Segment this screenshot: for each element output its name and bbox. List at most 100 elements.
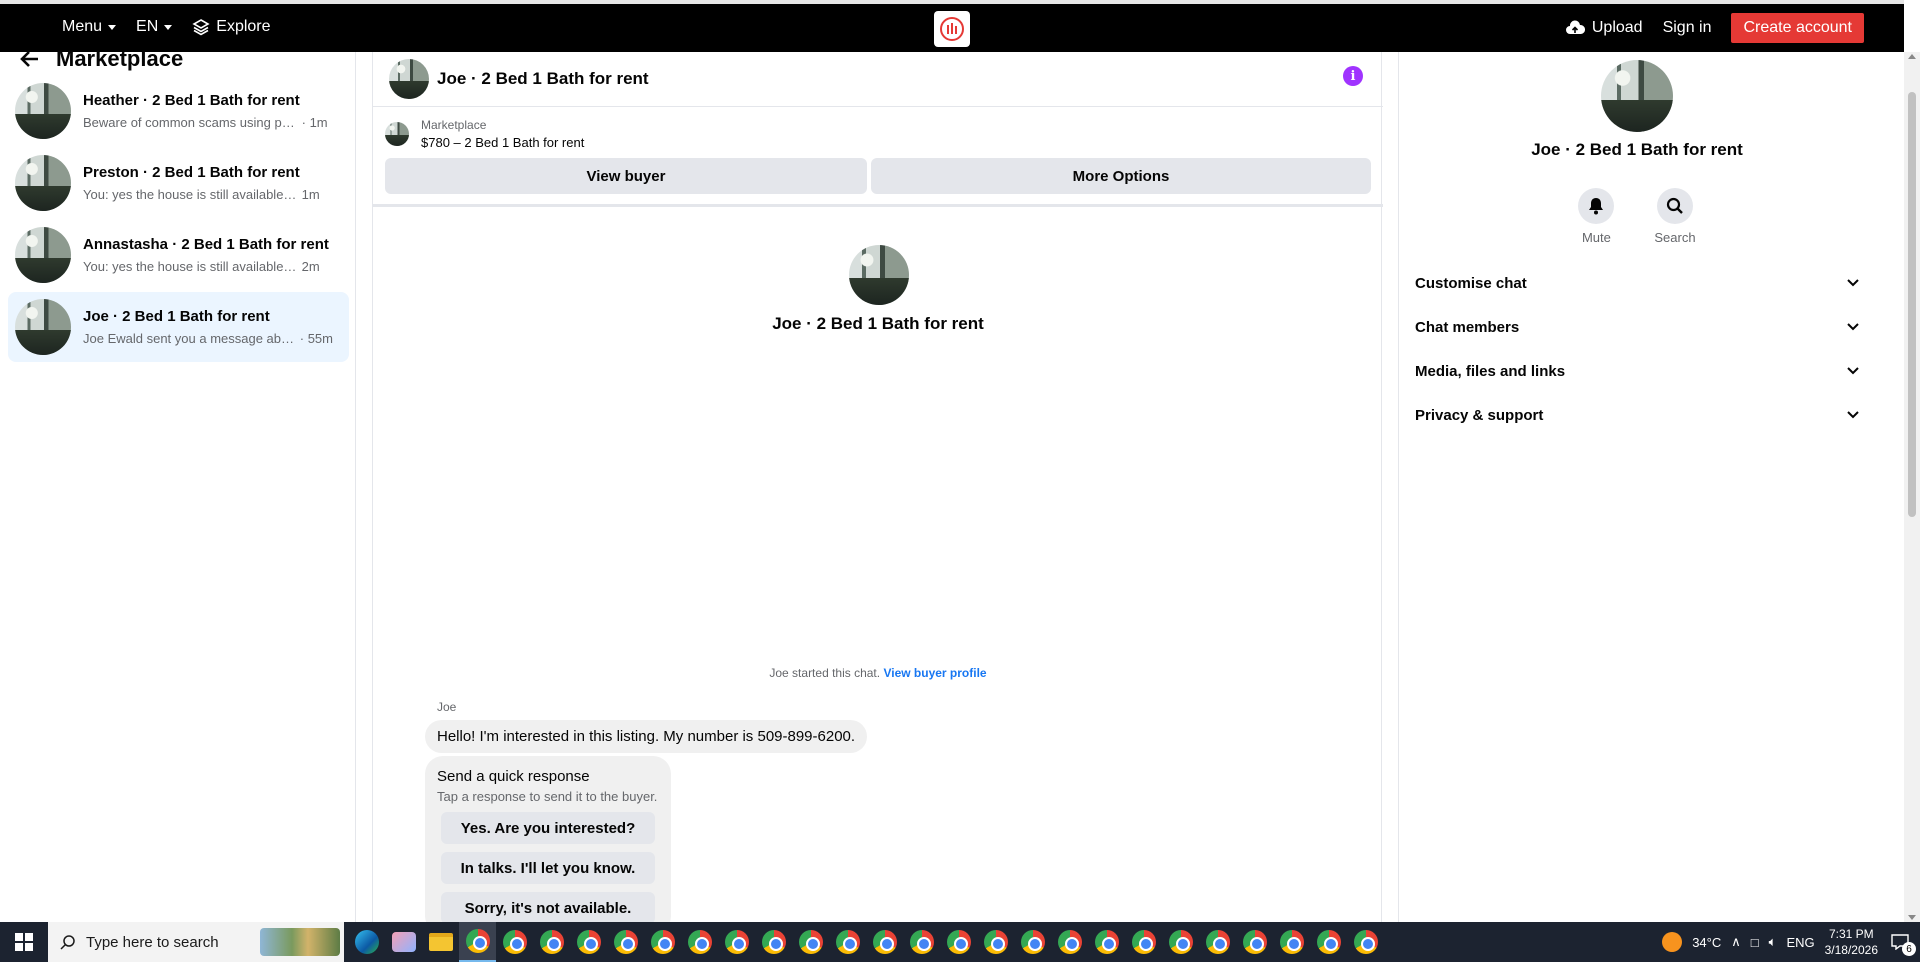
scroll-down-arrow-icon[interactable] (1908, 915, 1916, 920)
chrome-icon[interactable] (644, 922, 681, 962)
conversation-list-panel: Marketplace Heather · 2 Bed 1 Bath for r… (0, 46, 356, 922)
chrome-icon[interactable] (755, 922, 792, 962)
conversation-item[interactable]: Annastasha · 2 Bed 1 Bath for rent You: … (8, 220, 349, 290)
chevron-up-icon[interactable]: ∧ (1731, 934, 1741, 950)
view-buyer-profile-link[interactable]: View buyer profile (883, 666, 986, 680)
chrome-icon[interactable] (1199, 922, 1236, 962)
listing-summary[interactable]: Marketplace $780 – 2 Bed 1 Bath for rent (385, 118, 584, 150)
chrome-icon[interactable] (459, 922, 496, 962)
chrome-icon[interactable] (1125, 922, 1162, 962)
volume-icon[interactable]: 🔈︎ (1769, 934, 1777, 950)
search-highlight-image (260, 928, 340, 956)
chrome-icon[interactable] (903, 922, 940, 962)
chat-header: Joe · 2 Bed 1 Bath for rent i (373, 52, 1383, 107)
windows-icon (15, 933, 33, 951)
chrome-icon[interactable] (829, 922, 866, 962)
conversation-item[interactable]: Heather · 2 Bed 1 Bath for rent Beware o… (8, 76, 349, 146)
mute-button[interactable]: Mute (1578, 188, 1615, 245)
clock-date: 3/18/2026 (1824, 943, 1878, 957)
menu-dropdown[interactable]: Menu (62, 18, 117, 36)
chrome-icon[interactable] (533, 922, 570, 962)
quick-reply-button[interactable]: In talks. I'll let you know. (441, 852, 655, 884)
chrome-icon[interactable] (681, 922, 718, 962)
layers-icon (192, 19, 210, 36)
chrome-icon[interactable] (977, 922, 1014, 962)
language-indicator[interactable]: ENG (1786, 935, 1814, 950)
chrome-icon[interactable] (940, 922, 977, 962)
taskbar-search[interactable]: Type here to search (48, 922, 344, 962)
explore-link[interactable]: Explore (192, 18, 271, 36)
chrome-icon[interactable] (1236, 922, 1273, 962)
upload-label: Upload (1591, 19, 1643, 36)
page-scrollbar[interactable] (1904, 52, 1920, 922)
search-icon (60, 935, 75, 950)
chat-actions: View buyer More Options (385, 158, 1371, 194)
search-button[interactable]: Search (1654, 188, 1696, 245)
chrome-icon[interactable] (866, 922, 903, 962)
section-label: Customise chat (1415, 274, 1527, 292)
chrome-icon[interactable] (1273, 922, 1310, 962)
clock[interactable]: 7:31 PM 3/18/2026 (1825, 926, 1878, 958)
view-buyer-button[interactable]: View buyer (385, 158, 867, 194)
chrome-icon[interactable] (496, 922, 533, 962)
conversation-time: 2m (301, 259, 320, 274)
cloud-upload-icon (1565, 20, 1585, 34)
quick-response-title: Send a quick response (437, 768, 590, 785)
chrome-icon[interactable] (1310, 922, 1347, 962)
chrome-icon[interactable] (1014, 922, 1051, 962)
info-icon[interactable]: i (1343, 66, 1363, 86)
start-button[interactable] (0, 922, 48, 962)
divider (373, 204, 1383, 207)
privacy-support-section[interactable]: Privacy & support (1415, 400, 1859, 430)
chrome-icon[interactable] (570, 922, 607, 962)
conversation-item[interactable]: Preston · 2 Bed 1 Bath for rent You: yes… (8, 148, 349, 218)
chat-members-section[interactable]: Chat members (1415, 312, 1859, 342)
chevron-down-icon (1847, 279, 1859, 287)
quick-response-card: Send a quick response Tap a response to … (425, 756, 671, 934)
temperature[interactable]: 34°C (1692, 935, 1721, 950)
chrome-icon[interactable] (1347, 922, 1384, 962)
avatar[interactable] (389, 59, 429, 99)
network-icon[interactable]: □ (1751, 935, 1759, 950)
conversation-name: Preston · 2 Bed 1 Bath for rent (83, 164, 300, 181)
chrome-icon[interactable] (792, 922, 829, 962)
notifications-button[interactable]: 6 (1888, 930, 1916, 956)
chevron-down-icon (1847, 367, 1859, 375)
conversation-time: 1m (301, 187, 320, 202)
chat-intro-name: Joe · 2 Bed 1 Bath for rent (772, 314, 984, 333)
conversation-item-active[interactable]: Joe · 2 Bed 1 Bath for rent Joe Ewald se… (8, 292, 349, 362)
create-account-button[interactable]: Create account (1731, 13, 1864, 43)
listing-title: $780 – 2 Bed 1 Bath for rent (421, 135, 585, 150)
site-logo[interactable] (934, 11, 970, 47)
conversation-time: · 55m (299, 331, 333, 346)
chat-title[interactable]: Joe · 2 Bed 1 Bath for rent (437, 69, 649, 89)
chrome-icon[interactable] (1051, 922, 1088, 962)
signin-link[interactable]: Sign in (1663, 19, 1712, 37)
back-arrow-icon[interactable] (20, 50, 40, 68)
media-files-links-section[interactable]: Media, files and links (1415, 356, 1859, 386)
chrome-icon[interactable] (1162, 922, 1199, 962)
search-label: Search (1654, 230, 1696, 245)
weather-icon[interactable] (1662, 932, 1683, 952)
quick-reply-button[interactable]: Sorry, it's not available. (441, 892, 655, 924)
upload-button[interactable]: Upload (1565, 19, 1643, 37)
scrollbar-thumb[interactable] (1908, 92, 1916, 517)
chrome-icon[interactable] (1088, 922, 1125, 962)
quick-reply-button[interactable]: Yes. Are you interested? (441, 812, 655, 844)
edge-icon[interactable] (348, 922, 385, 962)
chat-started-notice: Joe started this chat. View buyer profil… (373, 666, 1383, 680)
app-icon[interactable] (385, 922, 422, 962)
avatar (15, 299, 71, 355)
language-dropdown[interactable]: EN (136, 18, 173, 36)
file-explorer-icon[interactable] (422, 922, 459, 962)
top-navigation-bar: Menu EN Explore Upload Sign in Create ac… (0, 0, 1904, 52)
chat-panel: Joe · 2 Bed 1 Bath for rent i Marketplac… (372, 52, 1383, 934)
customise-chat-section[interactable]: Customise chat (1415, 268, 1859, 298)
chrome-icon[interactable] (718, 922, 755, 962)
avatar (15, 83, 71, 139)
scroll-up-arrow-icon[interactable] (1908, 54, 1916, 59)
chrome-icon[interactable] (607, 922, 644, 962)
clock-time: 7:31 PM (1828, 927, 1874, 941)
more-options-button[interactable]: More Options (871, 158, 1371, 194)
message-bubble: Hello! I'm interested in this listing. M… (425, 720, 868, 753)
